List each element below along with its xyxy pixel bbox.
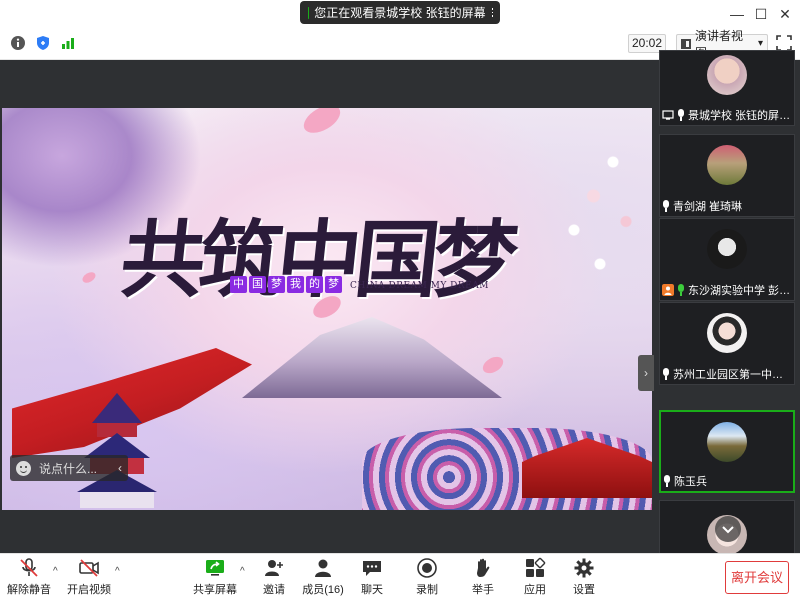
chat-label: 聊天 [361, 584, 383, 596]
side-panel-toggle[interactable]: › [638, 355, 654, 391]
share-screen-icon [206, 560, 224, 576]
screen-share-banner[interactable]: 您正在观看景城学校 张钰的屏幕 [300, 1, 500, 24]
subtitle-char: 我 [287, 276, 304, 293]
leave-meeting-button[interactable]: 离开会议 [725, 561, 789, 594]
participant-tile-active[interactable]: 陈玉兵 [659, 410, 795, 493]
title-bar: 您正在观看景城学校 张钰的屏幕 — ☐ ✕ [0, 0, 800, 28]
fullscreen-icon[interactable] [776, 35, 792, 51]
microphone-icon [662, 200, 670, 212]
petal-decoration [479, 353, 507, 377]
share-banner-text: 您正在观看景城学校 张钰的屏幕 [314, 6, 486, 20]
record-button[interactable]: 录制 [402, 557, 452, 599]
temple-of-heaven-image [77, 393, 157, 508]
apps-label: 应用 [524, 584, 546, 596]
participant-tile[interactable] [659, 500, 795, 560]
chat-placeholder[interactable]: 说点什么... [39, 460, 110, 477]
raise-hand-label: 举手 [472, 584, 494, 596]
members-label: 成员(16) [302, 584, 344, 596]
meeting-control-bar: 解除静音 ^ 开启视频 ^ 共享屏幕 ^ 邀请 成员(16) 聊天 录制 举手 … [0, 553, 800, 600]
share-screen-label: 共享屏幕 [193, 584, 237, 596]
slide-subtitle-boxes: 中 国 梦 我 的 梦 [230, 276, 342, 293]
signal-strength-icon[interactable] [60, 35, 76, 51]
invite-button[interactable]: 邀请 [249, 557, 299, 599]
slide-blossom-decoration [522, 128, 652, 298]
unmute-label: 解除静音 [7, 584, 51, 596]
microphone-icon [662, 368, 670, 380]
apps-button[interactable]: 应用 [510, 557, 560, 599]
participant-label: 陈玉兵 [663, 473, 791, 489]
slide-title: 共筑中国梦 [116, 210, 517, 309]
petal-decoration [299, 108, 345, 139]
settings-button[interactable]: 设置 [559, 557, 609, 599]
apps-grid-icon [526, 557, 546, 577]
avatar [707, 313, 747, 353]
start-video-label: 开启视频 [67, 584, 111, 596]
raise-hand-button[interactable]: 举手 [458, 557, 508, 599]
subtitle-char: 的 [306, 276, 323, 293]
maximize-button[interactable]: ☐ [748, 4, 774, 24]
presentation-slide: 共筑中国梦 中 国 梦 我 的 梦 CHINA DREAM MY DREAM [2, 108, 652, 510]
scroll-down-icon[interactable] [714, 515, 742, 543]
info-icon[interactable] [10, 35, 26, 51]
participant-name: 景城学校 张钰的屏幕... [688, 110, 792, 122]
minimize-button[interactable]: — [724, 4, 750, 24]
members-icon [315, 559, 331, 577]
participant-tile[interactable]: 青剑湖 崔琦琳 [659, 134, 795, 217]
add-user-icon [265, 560, 283, 576]
record-icon [417, 558, 437, 578]
subtitle-char: 中 [230, 276, 247, 293]
slide-mountain-decoration [242, 317, 502, 398]
chevron-left-icon[interactable]: ‹ [118, 461, 122, 475]
invite-label: 邀请 [263, 584, 285, 596]
avatar [707, 145, 747, 185]
participant-label: 景城学校 张钰的屏幕... [662, 107, 792, 123]
settings-label: 设置 [573, 584, 595, 596]
speaker-view-icon [681, 38, 691, 49]
participant-label: 苏州工业园区第一中学李... [662, 366, 792, 382]
subtitle-char: 梦 [325, 276, 342, 293]
microphone-active-icon [677, 284, 685, 296]
chat-icon [363, 561, 381, 576]
shared-screen-area: 共筑中国梦 中 国 梦 我 的 梦 CHINA DREAM MY DREAM 说… [0, 60, 655, 553]
record-label: 录制 [416, 584, 438, 596]
participant-tile[interactable]: 苏州工业园区第一中学李... [659, 302, 795, 385]
participant-name: 陈玉兵 [674, 476, 707, 488]
participant-name: 东沙湖实验中学 彭雪... [688, 285, 792, 297]
screen-share-icon [662, 110, 674, 120]
unmute-button[interactable]: 解除静音 [4, 557, 54, 599]
host-icon [662, 284, 674, 296]
participant-label: 东沙湖实验中学 彭雪... [662, 282, 792, 298]
share-screen-button[interactable]: 共享屏幕 [190, 557, 240, 599]
security-shield-icon[interactable] [35, 35, 51, 51]
slide-subtitle-english: CHINA DREAM MY DREAM [350, 281, 489, 291]
microphone-icon [663, 475, 671, 487]
participant-tile[interactable]: 景城学校 张钰的屏幕... [659, 50, 795, 126]
video-options-caret[interactable]: ^ [115, 566, 120, 577]
audio-options-caret[interactable]: ^ [53, 566, 58, 577]
participant-label: 青剑湖 崔琦琳 [662, 198, 792, 214]
hand-icon [477, 558, 490, 577]
chat-input-bubble[interactable]: 说点什么... ‹ [10, 455, 128, 481]
microphone-muted-icon [20, 558, 38, 577]
participant-name: 苏州工业园区第一中学李... [673, 369, 792, 381]
emoji-icon[interactable] [16, 460, 31, 476]
video-off-icon [79, 559, 99, 577]
microphone-icon [677, 109, 685, 121]
petal-decoration [80, 270, 98, 285]
avatar [707, 229, 747, 269]
participant-name: 青剑湖 崔琦琳 [673, 201, 743, 213]
start-video-button[interactable]: 开启视频 [64, 557, 114, 599]
subtitle-char: 梦 [268, 276, 285, 293]
subtitle-char: 国 [249, 276, 266, 293]
chat-button[interactable]: 聊天 [347, 557, 397, 599]
members-button[interactable]: 成员(16) [298, 557, 348, 599]
participant-tile[interactable]: 东沙湖实验中学 彭雪... [659, 218, 795, 301]
gear-icon [574, 558, 594, 578]
participant-video-panel: 景城学校 张钰的屏幕... 青剑湖 崔琦琳 东沙湖实验中学 彭雪... 苏州工业… [655, 50, 800, 560]
avatar [707, 55, 747, 95]
share-options-caret[interactable]: ^ [240, 566, 245, 577]
chevron-down-icon: ▾ [757, 38, 763, 49]
close-button[interactable]: ✕ [772, 4, 798, 24]
avatar [707, 422, 747, 462]
